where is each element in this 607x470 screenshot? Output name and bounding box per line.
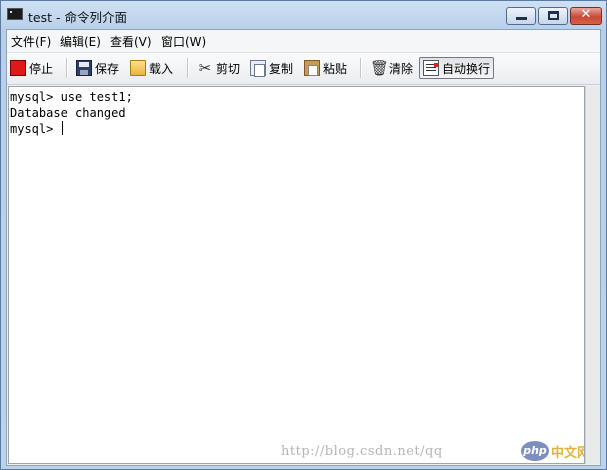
scissors-icon: ✂ [198,59,212,77]
console-output[interactable]: mysql> use test1; Database changed mysql… [8,86,585,464]
console-prompt: mysql> [10,122,61,136]
cut-button[interactable]: ✂ 剪切 [197,57,240,79]
close-button[interactable]: ✕ [570,7,602,25]
menu-view[interactable]: 查看(V) [110,33,152,50]
client-area: 文件(F) 编辑(E) 查看(V) 窗口(W) 停止 保存 载入 ✂ 剪切 复制… [6,29,601,466]
menu-file[interactable]: 文件(F) [11,33,51,50]
paste-label: 粘贴 [323,61,348,76]
word-wrap-toggle[interactable]: 自动换行 [419,57,495,79]
window-title: test - 命令列介面 [28,10,127,25]
floppy-disk-icon [76,60,92,76]
console-line: mysql> use test1; [10,90,133,104]
watermark-site: 中文网 [551,446,584,461]
copy-icon [250,60,266,77]
menu-edit[interactable]: 编辑(E) [60,33,101,50]
trash-icon: 🗑 [370,59,390,77]
php-logo-icon: php [521,441,549,461]
console-line: Database changed [10,106,126,120]
menu-window[interactable]: 窗口(W) [161,33,206,50]
cut-label: 剪切 [216,61,241,76]
folder-icon [130,60,146,76]
load-button[interactable]: 载入 [130,57,173,79]
copy-button[interactable]: 复制 [250,57,293,79]
stop-label: 停止 [29,61,54,76]
word-wrap-icon [423,60,439,76]
save-label: 保存 [95,61,120,76]
save-button[interactable]: 保存 [76,57,119,79]
menu-bar: 文件(F) 编辑(E) 查看(V) 窗口(W) [7,30,600,53]
copy-label: 复制 [269,61,294,76]
minimize-icon [516,17,527,20]
close-icon: ✕ [580,7,592,22]
terminal-icon[interactable] [7,8,23,20]
watermark-logo: php 中文网 [521,441,584,463]
toolbar-separator [187,58,189,78]
app-window: test - 命令列介面 ✕ 文件(F) 编辑(E) 查看(V) 窗口(W) 停… [0,0,607,470]
title-bar[interactable]: test - 命令列介面 ✕ [1,1,606,29]
clear-label: 清除 [389,61,414,76]
toolbar-separator [66,58,68,78]
minimize-button[interactable] [506,7,536,25]
console-prompt-line: mysql> [10,121,63,137]
toolbar-separator [360,58,362,78]
clear-button[interactable]: 🗑 清除 [370,57,413,79]
toolbar: 停止 保存 载入 ✂ 剪切 复制 粘贴 🗑 清除 自动换行 [7,53,600,85]
maximize-icon [548,11,559,20]
vertical-scrollbar[interactable] [585,86,600,464]
watermark-url: http://blog.csdn.net/qq [281,444,443,459]
stop-button[interactable]: 停止 [10,57,53,79]
word-wrap-label: 自动换行 [442,61,491,76]
paste-button[interactable]: 粘贴 [304,57,347,79]
clipboard-icon [304,60,320,76]
text-caret [61,121,63,135]
maximize-button[interactable] [538,7,568,25]
stop-icon [10,60,26,76]
load-label: 载入 [149,61,174,76]
